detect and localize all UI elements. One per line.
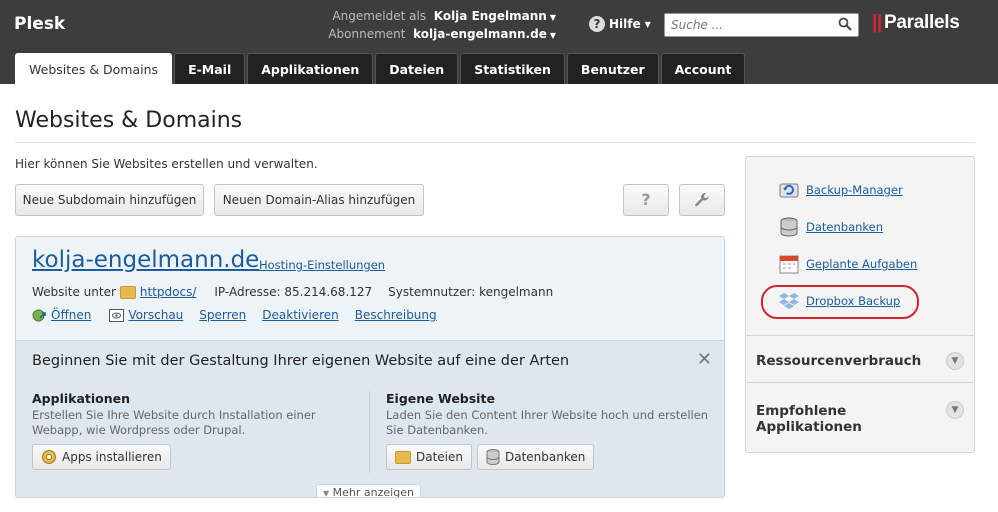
- chevron-down-icon[interactable]: ▼: [550, 31, 556, 40]
- chevron-down-icon: ▼: [644, 19, 651, 29]
- folder-icon: [395, 450, 411, 464]
- hosting-settings-link[interactable]: Hosting-Einstellungen: [259, 258, 385, 272]
- tab-websites-domains[interactable]: Websites & Domains: [15, 53, 173, 84]
- folder-icon: [119, 285, 136, 299]
- tab-statistics[interactable]: Statistiken: [460, 53, 565, 84]
- divider: [369, 391, 370, 473]
- system-user: Systemnutzer: kengelmann: [388, 285, 554, 299]
- getting-started-panel: Beginnen Sie mit der Gestaltung Ihrer ei…: [16, 340, 724, 498]
- resource-usage-title: Ressourcenverbrauch: [756, 353, 922, 369]
- lock-link[interactable]: Sperren: [199, 308, 246, 322]
- calendar-icon: [779, 255, 799, 274]
- account-info: Angemeldet als Kolja Engelmann ▼ Abonneme…: [328, 8, 556, 44]
- domain-card: kolja-engelmann.de Hosting-Einstellungen…: [15, 236, 725, 498]
- subscription-label: Abonnement: [328, 27, 406, 41]
- dropbox-highlight: [761, 285, 919, 319]
- own-website-description: Laden Sie den Content Ihrer Website hoch…: [386, 408, 709, 437]
- backup-icon: [779, 183, 799, 198]
- resource-usage-section[interactable]: Ressourcenverbrauch ▼: [746, 337, 974, 383]
- divider: [15, 142, 975, 143]
- add-domain-alias-button[interactable]: Neuen Domain-Alias hinzufügen: [214, 184, 424, 216]
- search-input[interactable]: [671, 17, 831, 33]
- gear-icon: [42, 450, 56, 464]
- help-label: Hilfe: [609, 17, 641, 31]
- preview-icon: [109, 308, 125, 322]
- logged-in-label: Angemeldet als: [332, 9, 427, 23]
- chevron-down-icon[interactable]: ▼: [550, 13, 556, 22]
- getting-started-title: Beginnen Sie mit der Gestaltung Ihrer ei…: [32, 353, 570, 369]
- add-subdomain-button[interactable]: Neue Subdomain hinzufügen: [15, 184, 204, 216]
- sidebar-item-databases[interactable]: Datenbanken: [778, 216, 883, 238]
- description-link[interactable]: Beschreibung: [355, 308, 437, 322]
- own-website-title: Eigene Website: [386, 391, 495, 406]
- plesk-logo[interactable]: Plesk: [14, 14, 65, 34]
- open-icon: [32, 309, 46, 321]
- help-icon: ?: [589, 16, 605, 32]
- subscription-value[interactable]: kolja-engelmann.de: [413, 27, 547, 41]
- database-icon: [780, 217, 798, 237]
- page-intro: Hier können Sie Websites erstellen und v…: [15, 157, 318, 171]
- parallels-bars-icon: ||: [872, 12, 883, 33]
- sidebar: Backup-Manager Datenbanken Geplante Aufg…: [745, 156, 975, 453]
- applications-title: Applikationen: [32, 391, 131, 406]
- tab-users[interactable]: Benutzer: [566, 53, 659, 84]
- tab-email[interactable]: E-Mail: [174, 53, 246, 84]
- tab-applications[interactable]: Applikationen: [247, 53, 374, 84]
- databases-button[interactable]: Datenbanken: [477, 444, 595, 470]
- show-more-button[interactable]: ▼ Mehr anzeigen: [316, 484, 421, 498]
- wrench-icon: [695, 193, 709, 207]
- help-button[interactable]: ?: [623, 184, 669, 216]
- applications-description: Erstellen Sie Ihre Website durch Install…: [32, 408, 316, 437]
- close-icon[interactable]: ✕: [697, 349, 712, 370]
- chevron-down-icon[interactable]: ▼: [946, 401, 964, 419]
- chevron-down-icon[interactable]: ▼: [946, 352, 964, 370]
- help-menu[interactable]: ? Hilfe ▼: [589, 16, 651, 32]
- open-link[interactable]: Öffnen: [51, 308, 91, 322]
- top-bar: Plesk Angemeldet als Kolja Engelmann ▼ Ab…: [0, 0, 998, 84]
- sidebar-item-scheduled-tasks[interactable]: Geplante Aufgaben: [778, 253, 917, 275]
- page-title: Websites & Domains: [15, 108, 243, 133]
- recommended-apps-section[interactable]: Empfohlene Applikationen ▼: [746, 384, 974, 453]
- preview-link[interactable]: Vorschau: [128, 308, 183, 322]
- settings-button[interactable]: [679, 184, 725, 216]
- sidebar-item-backup-manager[interactable]: Backup-Manager: [778, 179, 903, 201]
- sidebar-links: Backup-Manager Datenbanken Geplante Aufg…: [746, 157, 974, 336]
- files-button[interactable]: Dateien: [386, 444, 473, 470]
- search-box: [664, 13, 859, 37]
- tab-account[interactable]: Account: [660, 53, 746, 84]
- disable-link[interactable]: Deaktivieren: [262, 308, 338, 322]
- recommended-apps-title: Empfohlene Applikationen: [756, 403, 862, 435]
- install-apps-button[interactable]: Apps installieren: [32, 444, 171, 470]
- domain-actions: Öffnen Vorschau Sperren Deaktivieren Bes…: [32, 308, 437, 322]
- main-tabs: Websites & Domains E-Mail Applikationen …: [15, 53, 746, 84]
- database-icon: [486, 449, 500, 465]
- website-under-label: Website unter: [32, 285, 116, 299]
- domain-name-link[interactable]: kolja-engelmann.de: [32, 247, 259, 273]
- httpdocs-link[interactable]: httpdocs/: [140, 285, 196, 299]
- ip-address: IP-Adresse: 85.214.68.127: [214, 285, 373, 299]
- parallels-logo: || Parallels: [872, 12, 960, 33]
- domain-info: Website unter httpdocs/ IP-Adresse: 85.2…: [32, 285, 553, 299]
- logged-in-user[interactable]: Kolja Engelmann: [434, 9, 547, 23]
- tab-files[interactable]: Dateien: [375, 53, 459, 84]
- search-icon[interactable]: [838, 17, 852, 31]
- chevron-down-icon: ▼: [323, 489, 330, 498]
